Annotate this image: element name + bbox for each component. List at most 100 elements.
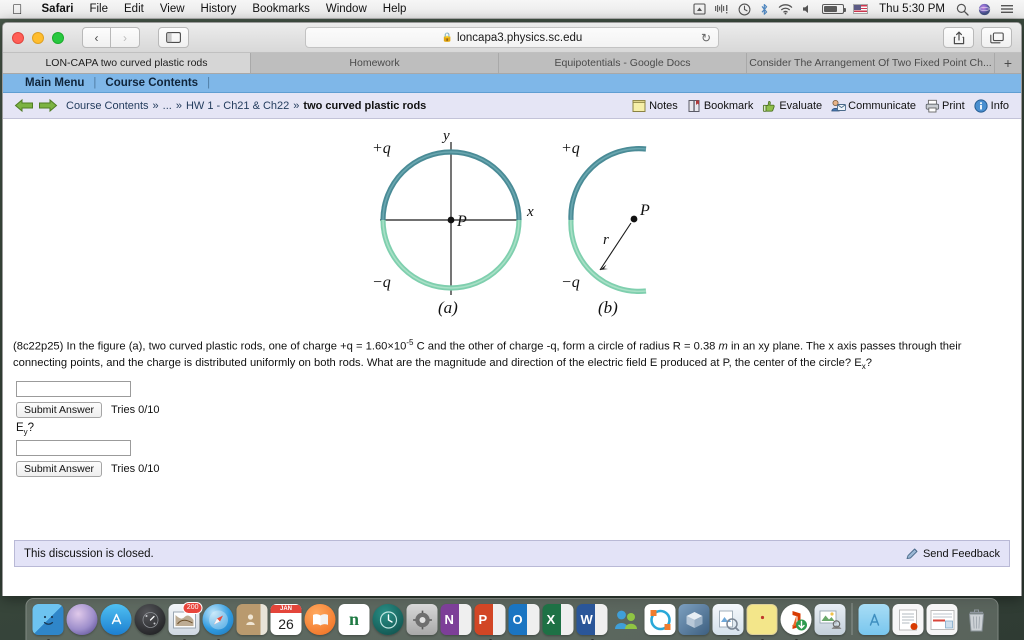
dock-item-applications-folder[interactable] bbox=[858, 604, 890, 639]
dock-item-time-machine[interactable] bbox=[372, 604, 404, 639]
dock-item-system-preferences[interactable] bbox=[406, 604, 438, 639]
dock-item-siri[interactable] bbox=[66, 604, 98, 639]
menu-item-edit[interactable]: Edit bbox=[116, 3, 152, 15]
thumbs-up-icon bbox=[762, 99, 776, 113]
dock-item-trash[interactable] bbox=[961, 604, 992, 639]
safari-window: ‹ › 🔒 loncapa3.physics.sc.edu ↻ LON-CAPA… bbox=[2, 22, 1022, 596]
breadcrumb: Course Contents » ... » HW 1 - Ch21 & Ch… bbox=[3, 93, 1021, 119]
nav-course-contents[interactable]: Course Contents bbox=[96, 77, 207, 89]
dock-item-downloads-stack[interactable] bbox=[926, 604, 958, 639]
bluetooth-icon[interactable] bbox=[760, 3, 769, 16]
preview-icon bbox=[712, 604, 744, 635]
siri-icon[interactable] bbox=[978, 3, 991, 16]
menubar-clock[interactable]: Thu 5:30 PM bbox=[877, 3, 947, 15]
label-plus-q-b: +q bbox=[561, 140, 580, 157]
dock-item-dashboard[interactable] bbox=[134, 604, 166, 639]
word-icon: W bbox=[576, 604, 608, 635]
info-button[interactable]: Info bbox=[971, 98, 1012, 113]
back-button[interactable]: ‹ bbox=[82, 27, 111, 48]
dock-item-novell[interactable]: n bbox=[338, 604, 370, 639]
sidebar-icon[interactable] bbox=[158, 27, 189, 48]
dock-item-stickies[interactable] bbox=[746, 604, 778, 640]
share-icon[interactable] bbox=[943, 27, 974, 48]
menu-item-help[interactable]: Help bbox=[375, 3, 415, 15]
dock-item-word[interactable]: W bbox=[576, 604, 608, 640]
menu-item-window[interactable]: Window bbox=[318, 3, 375, 15]
close-window-button[interactable] bbox=[12, 31, 24, 44]
breadcrumb-sep-3: » bbox=[293, 99, 300, 112]
dock-item-messenger[interactable] bbox=[611, 604, 642, 639]
menu-item-safari[interactable]: Safari bbox=[34, 3, 82, 15]
problem-exponent: -5 bbox=[406, 338, 414, 347]
breadcrumb-ellipsis[interactable]: ... bbox=[163, 100, 172, 112]
dock-item-finder[interactable] bbox=[32, 604, 64, 640]
volume-icon[interactable] bbox=[802, 3, 813, 15]
answer-input-ex[interactable] bbox=[16, 380, 131, 397]
dock-item-outlook[interactable]: O bbox=[508, 604, 540, 639]
back-arrow-icon[interactable] bbox=[14, 98, 38, 113]
submit-answer-button-ex[interactable]: Submit Answer bbox=[16, 401, 103, 418]
breadcrumb-root[interactable]: Course Contents bbox=[66, 100, 149, 112]
breadcrumb-current: two curved plastic rods bbox=[303, 99, 427, 112]
info-icon bbox=[974, 98, 988, 113]
contacts-icon bbox=[236, 604, 268, 635]
nav-main-menu[interactable]: Main Menu bbox=[16, 77, 93, 89]
address-bar[interactable]: 🔒 loncapa3.physics.sc.edu ↻ bbox=[305, 27, 719, 48]
new-tab-button[interactable]: + bbox=[995, 53, 1021, 73]
tab-loncapa[interactable]: LON-CAPA two curved plastic rods bbox=[3, 53, 251, 73]
menu-item-history[interactable]: History bbox=[193, 3, 245, 15]
breadcrumb-parent[interactable]: HW 1 - Ch21 & Ch22 bbox=[186, 100, 289, 112]
dock-item-ibooks[interactable] bbox=[304, 604, 336, 639]
tab-equipotentials[interactable]: Equipotentials - Google Docs bbox=[499, 53, 747, 73]
dock-item-app-store[interactable] bbox=[100, 604, 132, 639]
forward-arrow-icon[interactable] bbox=[38, 98, 62, 113]
reload-icon[interactable]: ↻ bbox=[701, 31, 711, 45]
dock-item-preview[interactable] bbox=[712, 604, 744, 640]
us-flag-icon[interactable] bbox=[853, 4, 869, 14]
answer-input-ey[interactable] bbox=[16, 440, 131, 457]
communicate-button[interactable]: Communicate bbox=[828, 99, 919, 113]
maximize-window-button[interactable] bbox=[52, 31, 64, 44]
label-x-axis: x bbox=[526, 204, 534, 220]
submit-answer-button-ey[interactable]: Submit Answer bbox=[16, 461, 103, 478]
dock-item-mail[interactable]: 200 bbox=[168, 602, 203, 640]
send-feedback-button[interactable]: Send Feedback bbox=[905, 547, 1000, 561]
dock-item-calendar[interactable]: JAN 26 bbox=[270, 604, 302, 639]
dock-item-virtualbox[interactable] bbox=[678, 604, 710, 639]
dock-item-onenote[interactable]: N bbox=[440, 604, 472, 639]
apple-icon[interactable]:  bbox=[6, 2, 34, 17]
notification-center-icon[interactable] bbox=[1000, 3, 1014, 15]
menu-item-bookmarks[interactable]: Bookmarks bbox=[244, 3, 318, 15]
discussion-bar: This discussion is closed. Send Feedback bbox=[14, 540, 1010, 567]
notes-button[interactable]: Notes bbox=[629, 99, 681, 113]
physics-figure: P x y +q −q (a) P r +q −q (b) bbox=[3, 127, 1021, 327]
dock-item-office-installer[interactable] bbox=[780, 604, 812, 640]
show-all-tabs-icon[interactable] bbox=[981, 27, 1012, 48]
minimize-window-button[interactable] bbox=[32, 31, 44, 44]
wifi-icon[interactable] bbox=[778, 3, 793, 15]
dock-item-contacts[interactable] bbox=[236, 604, 268, 639]
airplay-icon[interactable] bbox=[693, 3, 706, 15]
downloads-stack-icon bbox=[926, 604, 958, 635]
answer-row-ex: Submit Answer Tries 0/10 bbox=[16, 401, 1021, 418]
time-machine-icon[interactable] bbox=[738, 3, 751, 16]
search-icon[interactable] bbox=[956, 3, 969, 16]
bookmark-button[interactable]: Bookmark bbox=[684, 99, 757, 113]
print-button[interactable]: Print bbox=[922, 99, 968, 113]
macos-menubar:  Safari File Edit View History Bookmark… bbox=[0, 0, 1024, 19]
screen:  Safari File Edit View History Bookmark… bbox=[0, 0, 1024, 640]
menu-item-view[interactable]: View bbox=[152, 3, 193, 15]
battery-icon[interactable] bbox=[822, 4, 847, 14]
dock-item-safari[interactable] bbox=[202, 604, 234, 640]
dock-item-image-capture[interactable] bbox=[814, 604, 846, 640]
dock-item-excel[interactable]: X bbox=[542, 604, 574, 639]
dock-item-citrix[interactable] bbox=[644, 604, 676, 639]
dropbox-icon[interactable] bbox=[715, 3, 729, 15]
tab-consider-arrangement[interactable]: Consider The Arrangement Of Two Fixed Po… bbox=[747, 53, 995, 73]
dock-item-powerpoint[interactable]: P bbox=[474, 604, 506, 640]
evaluate-button[interactable]: Evaluate bbox=[759, 99, 825, 113]
forward-button[interactable]: › bbox=[111, 27, 140, 48]
dock-item-documents-stack[interactable] bbox=[892, 604, 924, 639]
tab-homework[interactable]: Homework bbox=[251, 53, 499, 73]
menu-item-file[interactable]: File bbox=[81, 3, 116, 15]
